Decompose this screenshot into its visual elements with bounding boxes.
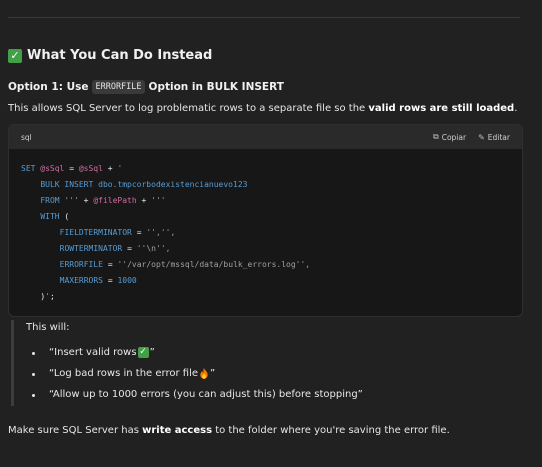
list-item: “Log bad rows in the error file ”	[29, 363, 363, 384]
section-heading-text: What You Can Do Instead	[27, 48, 213, 63]
copy-button[interactable]: ⧉ Copiar	[433, 132, 466, 142]
divider	[8, 17, 520, 18]
code-actions: ⧉ Copiar ✎ Editar	[433, 132, 510, 142]
blockquote: This will: “Insert valid rows ✓ ” “Log b…	[11, 320, 514, 406]
list-item-text: “Allow up to 1000 errors (you can adjust…	[49, 389, 363, 400]
list-item-text: “Log bad rows in the error file	[49, 368, 198, 379]
list-item-close-quote: ”	[149, 347, 155, 358]
list-item-text: “Insert valid rows	[49, 347, 137, 358]
list-item: “Insert valid rows ✓ ”	[29, 342, 363, 363]
code-header: sql ⧉ Copiar ✎ Editar	[9, 125, 522, 149]
code-content[interactable]: SET @sSql = @sSql + ' BULK INSERT dbo.tm…	[9, 149, 522, 316]
footer-bold: write access	[142, 425, 213, 436]
option-heading-prefix: Option 1: Use	[8, 81, 89, 93]
code-block: sql ⧉ Copiar ✎ Editar SET @sSql = @sSql …	[8, 124, 523, 317]
copy-icon: ⧉	[433, 132, 439, 141]
edit-button[interactable]: ✎ Editar	[478, 132, 510, 142]
check-mark-icon: ✓	[137, 347, 149, 358]
inline-code: ERRORFILE	[92, 80, 145, 94]
option-heading: Option 1: Use ERRORFILE Option in BULK I…	[8, 80, 284, 94]
list-item: “Allow up to 1000 errors (you can adjust…	[29, 384, 363, 405]
footer-text: Make sure SQL Server has	[8, 425, 143, 436]
intro-bold: valid rows are still loaded	[368, 103, 515, 114]
option-heading-suffix: Option in BULK INSERT	[148, 81, 284, 93]
intro-end: .	[514, 103, 518, 114]
quote-list: “Insert valid rows ✓ ” “Log bad rows in …	[29, 342, 363, 405]
intro-text: This allows SQL Server to log problemati…	[8, 103, 369, 114]
check-mark-icon: ✓	[8, 48, 22, 63]
footer-end: to the folder where you're saving the er…	[212, 425, 450, 436]
copy-label: Copiar	[441, 132, 467, 142]
footer-paragraph: Make sure SQL Server has write access to…	[8, 425, 450, 436]
edit-label: Editar	[487, 132, 510, 142]
code-language: sql	[21, 132, 32, 142]
fire-icon	[200, 368, 208, 379]
intro-paragraph: This allows SQL Server to log problemati…	[8, 103, 517, 114]
edit-icon: ✎	[478, 132, 485, 142]
quote-title: This will:	[26, 322, 70, 333]
list-item-close-quote: ”	[210, 368, 216, 379]
section-heading: ✓ What You Can Do Instead	[8, 48, 212, 63]
